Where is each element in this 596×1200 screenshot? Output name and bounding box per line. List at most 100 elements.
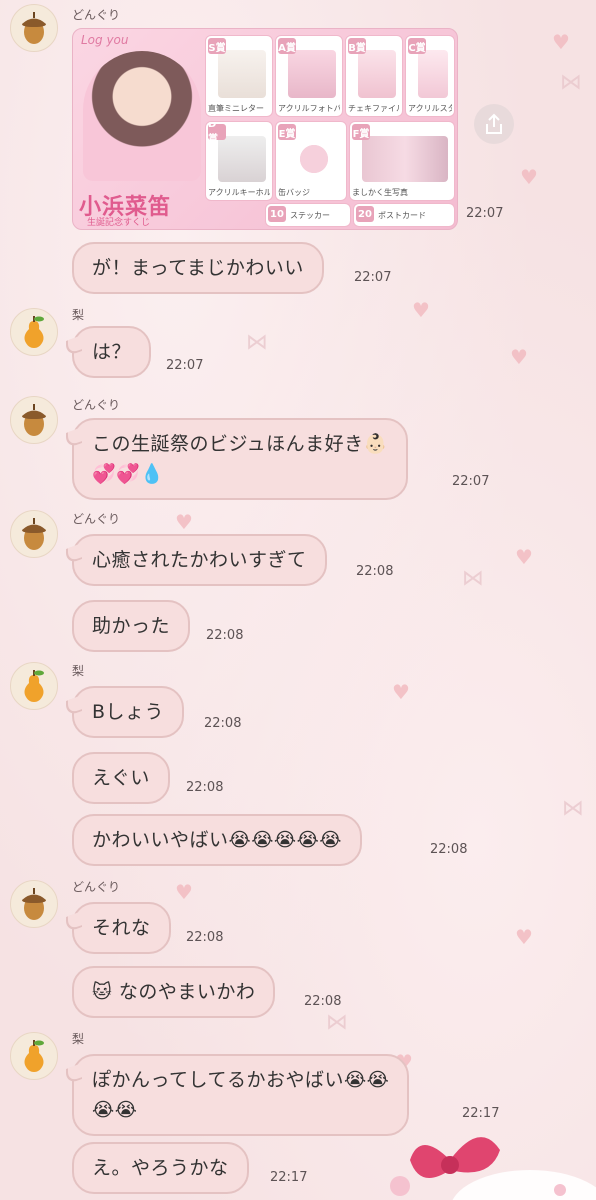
sender-avatar[interactable] (10, 662, 58, 710)
prize-caption: ポストカード (378, 211, 426, 220)
message-bubble[interactable]: え。やろうかな (72, 1142, 249, 1194)
message-text: Bしょう (92, 701, 165, 723)
prize-cell: D賞 アクリルキーホルダー (205, 121, 273, 201)
card-logo: Log you (81, 33, 129, 47)
sender-avatar[interactable] (10, 1032, 58, 1080)
acorn-icon (22, 12, 46, 44)
message-bubble[interactable]: それな (72, 902, 171, 954)
prize-image (358, 50, 396, 98)
sender-name: 梨 (72, 1032, 85, 1046)
prize-image (362, 136, 448, 182)
message-time: 22:07 (466, 206, 504, 221)
message-time: 22:17 (270, 1170, 308, 1185)
sender-name: どんぐり (72, 8, 121, 22)
sender-avatar[interactable] (10, 396, 58, 444)
prize-caption: アクリルフォトパネル (278, 104, 340, 113)
message-text: 🐱 なのやまいかわ (92, 981, 256, 1003)
prize-caption: ましかく生写真 (352, 188, 408, 197)
acorn-icon (22, 404, 46, 436)
heart-decoration-icon: ♥ (175, 880, 193, 904)
prize-tag: E賞 (278, 124, 296, 140)
message-time: 22:08 (356, 564, 394, 579)
bow-decoration-icon: ⋈ (462, 566, 484, 591)
message-text: それな (92, 917, 151, 939)
bow-character-sticker (390, 1137, 596, 1200)
bow-decoration-icon: ⋈ (560, 70, 582, 95)
acorn-icon (22, 518, 46, 550)
prize-cell: 10 ステッカー (265, 203, 351, 227)
pear-icon (24, 1040, 44, 1072)
message-bubble[interactable]: この生誕祭のビジュほんま好き👶🏻 💞💞💧 (72, 418, 408, 500)
heart-decoration-icon: ♥ (552, 30, 570, 54)
share-button[interactable] (474, 104, 514, 144)
sender-avatar[interactable] (10, 4, 58, 52)
prize-tag: A賞 (278, 38, 296, 54)
prize-tag: B賞 (348, 38, 366, 54)
message-time: 22:08 (204, 716, 242, 731)
message-time: 22:08 (304, 994, 342, 1009)
prize-cell: A賞 アクリルフォトパネル (275, 35, 343, 117)
prize-caption: ステッカー (290, 211, 330, 220)
message-bubble[interactable]: は？ (72, 326, 152, 378)
message-bubble[interactable]: が！まってまじかわいい (72, 242, 324, 294)
prize-tag: 10 (268, 206, 286, 222)
prize-caption: チェキファイル (348, 104, 400, 113)
message-bubble[interactable]: Bしょう (72, 686, 185, 738)
prize-caption: 直筆ミニレター (208, 104, 264, 113)
sender-name: 梨 (72, 308, 85, 322)
portrait-image (83, 51, 201, 181)
prize-image (288, 50, 336, 98)
heart-decoration-icon: ♥ (175, 510, 193, 534)
prize-tag: F賞 (352, 124, 370, 140)
message-text: 助かった (92, 615, 171, 637)
message-text-line2: 😭😭 (92, 1099, 138, 1121)
prize-caption: アクリルスタンド (408, 104, 452, 113)
lottery-image-attachment[interactable]: Log you 小浜菜笛 生誕記念すくじ S賞 直筆ミニレター A賞 アクリルフ… (72, 28, 458, 230)
prize-image (418, 50, 448, 98)
sender-name: どんぐり (72, 880, 121, 894)
pear-icon (24, 316, 44, 348)
message-bubble[interactable]: ぽかんってしてるかおやばい😭😭 😭😭 (72, 1054, 410, 1136)
prize-cell: C賞 アクリルスタンド (405, 35, 455, 117)
prize-cell: F賞 ましかく生写真 (349, 121, 455, 201)
bow-decoration-icon: ⋈ (246, 330, 268, 355)
prize-tag: 20 (356, 206, 374, 222)
bow-decoration-icon: ⋈ (562, 796, 584, 821)
heart-decoration-icon: ♥ (515, 545, 533, 569)
message-bubble[interactable]: 🐱 なのやまいかわ (72, 966, 276, 1018)
message-bubble[interactable]: 心癒されたかわいすぎて (72, 534, 327, 586)
heart-decoration-icon: ♥ (515, 925, 533, 949)
heart-decoration-icon: ♥ (392, 680, 410, 704)
message-text: この生誕祭のビジュほんま好き👶🏻 (92, 433, 388, 455)
message-bubble[interactable]: かわいいやばい😭😭😭😭😭 (72, 814, 363, 866)
prize-image (218, 50, 266, 98)
message-time: 22:17 (462, 1106, 500, 1121)
message-text: え。やろうかな (92, 1157, 229, 1179)
message-bubble[interactable]: 助かった (72, 600, 191, 652)
sender-name: 梨 (72, 664, 85, 678)
heart-decoration-icon: ♥ (520, 165, 538, 189)
message-time: 22:07 (354, 270, 392, 285)
prize-cell: B賞 チェキファイル (345, 35, 403, 117)
acorn-icon (22, 888, 46, 920)
prize-tag: S賞 (208, 38, 226, 54)
sender-avatar[interactable] (10, 880, 58, 928)
message-text: が！まってまじかわいい (92, 257, 304, 279)
prize-cell: E賞 缶バッジ (275, 121, 347, 201)
message-time: 22:08 (186, 930, 224, 945)
heart-decoration-icon: ♥ (412, 298, 430, 322)
sender-avatar[interactable] (10, 510, 58, 558)
card-subtitle: 生誕記念すくじ (87, 218, 151, 228)
sender-name: どんぐり (72, 512, 121, 526)
message-text-line2: 💞💞💧 (92, 463, 165, 485)
sender-name: どんぐり (72, 398, 121, 412)
message-bubble[interactable]: えぐい (72, 752, 170, 804)
share-icon (486, 113, 502, 134)
sender-avatar[interactable] (10, 308, 58, 356)
message-time: 22:07 (166, 358, 204, 373)
message-time: 22:08 (206, 628, 244, 643)
prize-tag: D賞 (208, 122, 226, 145)
message-time: 22:08 (430, 842, 468, 857)
message-time: 22:07 (452, 474, 490, 489)
message-text: は？ (92, 341, 132, 363)
